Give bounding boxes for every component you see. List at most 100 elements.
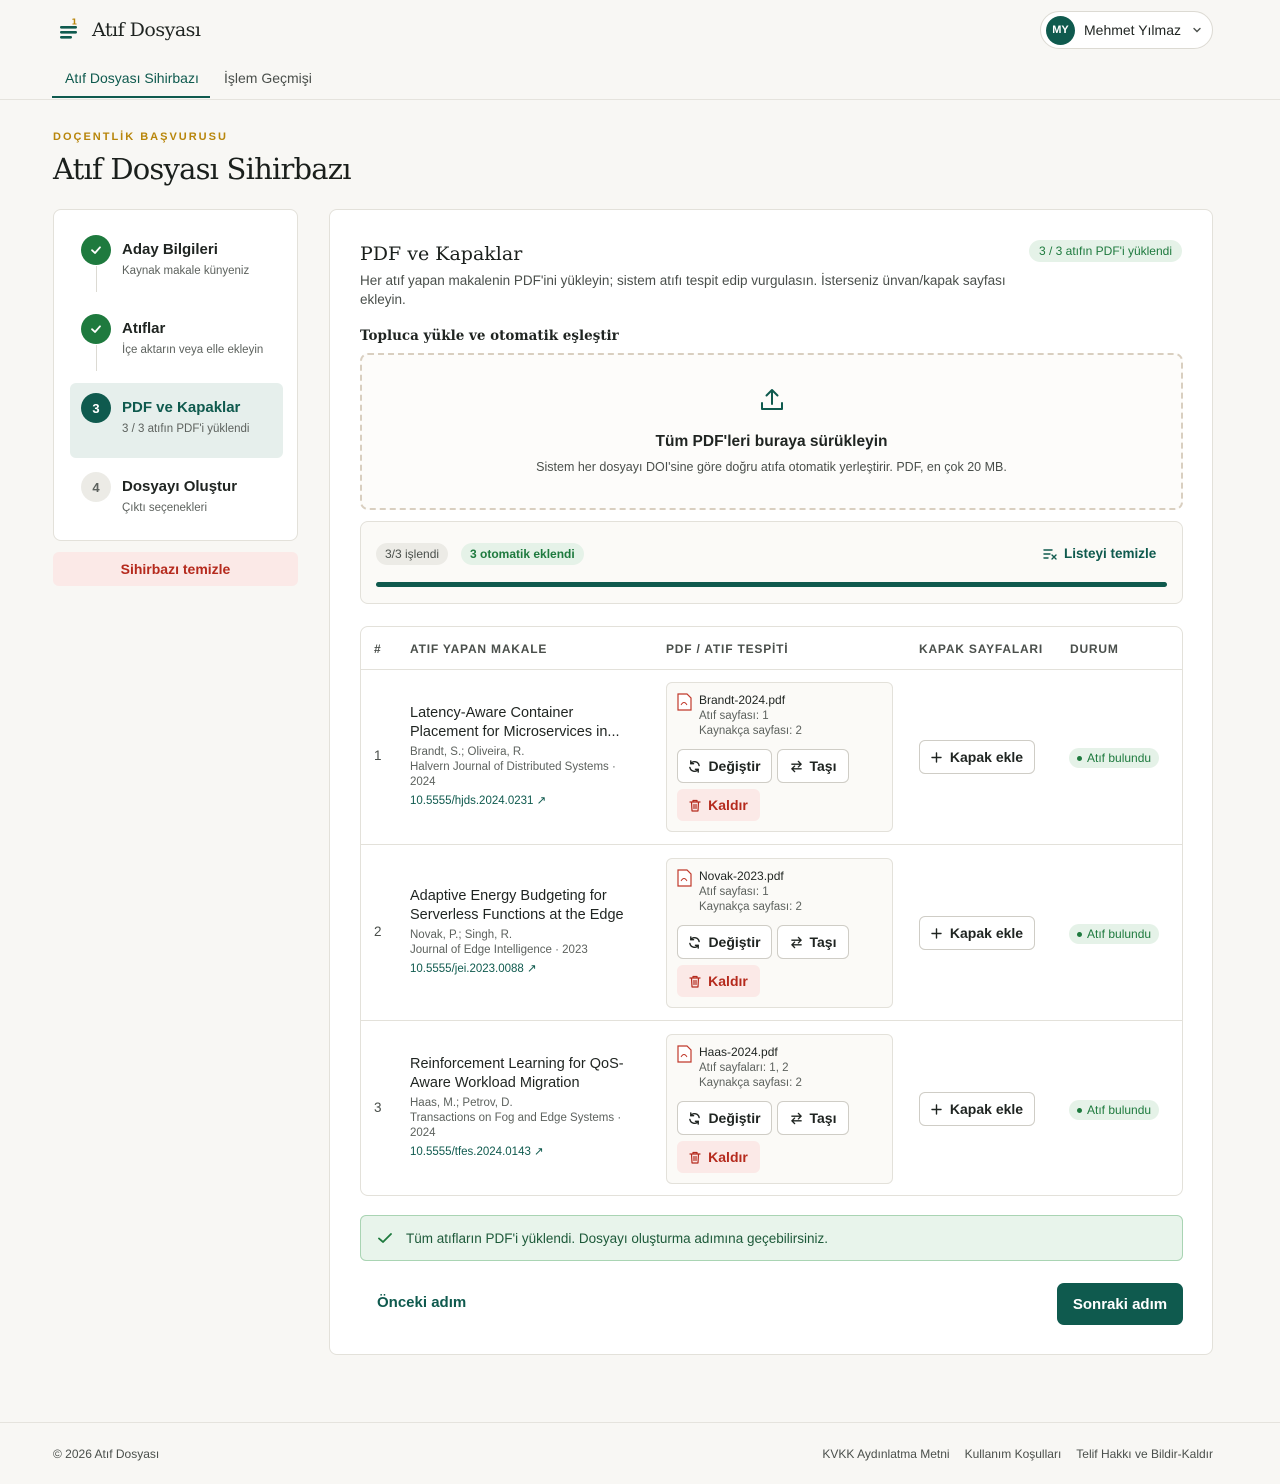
active-tab-indicator	[52, 96, 210, 98]
alert-text: Tüm atıfların PDF'i yüklendi. Dosyayı ol…	[406, 1230, 828, 1246]
table-row: 1 Latency-Aware Container Placement for …	[361, 670, 1182, 845]
replace-pdf-button[interactable]: Değiştir	[677, 1101, 772, 1135]
table-row: 3 Reinforcement Learning for QoS-Aware W…	[361, 1022, 1182, 1195]
status-label: Atıf bulundu	[1087, 1103, 1152, 1117]
reference-pages: Kaynakça sayfası: 2	[699, 901, 802, 913]
user-menu[interactable]: MY Mehmet Yılmaz	[1040, 11, 1213, 49]
pdf-detection-box: Haas-2024.pdf Atıf sayfaları: 1, 2 Kayna…	[666, 1034, 893, 1184]
remove-pdf-button[interactable]: Kaldır	[677, 789, 760, 821]
avatar: MY	[1046, 15, 1075, 45]
move-pdf-button[interactable]: Taşı	[777, 925, 849, 959]
progress-bar	[376, 582, 1167, 587]
plus-icon	[931, 751, 942, 763]
add-cover-button[interactable]: Kapak ekle	[919, 1092, 1035, 1126]
clear-list-button[interactable]: Listeyi temizle	[1043, 546, 1156, 561]
previous-step-button[interactable]: Önceki adım	[377, 1294, 466, 1311]
footer-link-terms[interactable]: Kullanım Koşulları	[965, 1447, 1062, 1461]
citation-pages: Atıf sayfaları: 1, 2	[699, 1062, 789, 1074]
add-cover-label: Kapak ekle	[949, 1101, 1024, 1117]
article-journal: Halvern Journal of Distributed Systems ·…	[410, 761, 616, 788]
chevron-down-icon	[1193, 27, 1201, 33]
check-icon	[378, 1233, 392, 1243]
add-cover-label: Kapak ekle	[949, 925, 1024, 941]
row-number: 1	[374, 748, 382, 763]
status-badge: Atıf bulundu	[1069, 748, 1160, 768]
citing-article: Adaptive Energy Budgeting for Serverless…	[410, 887, 640, 975]
replace-label: Değiştir	[708, 934, 761, 950]
step-dosyayi-olustur[interactable]: 4 Dosyayı Oluştur Çıktı seçenekleri	[70, 462, 283, 537]
tab-history[interactable]: İşlem Geçmişi	[224, 70, 312, 86]
logo-icon: 1	[60, 18, 78, 39]
status-dot-icon	[1077, 755, 1082, 761]
step-title: PDF ve Kapaklar	[122, 399, 241, 416]
user-name: Mehmet Yılmaz	[1084, 22, 1181, 38]
pdf-file-icon	[677, 1045, 692, 1063]
article-doi-link[interactable]: 10.5555/tfes.2024.0143 ↗	[410, 1144, 640, 1158]
footer-links: KVKK Aydınlatma Metni Kullanım Koşulları…	[822, 1447, 1213, 1461]
pdf-dropzone[interactable]: Tüm PDF'leri buraya sürükleyin Sistem he…	[360, 353, 1183, 510]
tab-wizard[interactable]: Atıf Dosyası Sihirbazı	[65, 70, 199, 86]
footer-link-copyright[interactable]: Telif Hakkı ve Bildir-Kaldır	[1076, 1447, 1213, 1461]
app-logo[interactable]: 1 Atıf Dosyası	[58, 18, 201, 42]
footer-link-kvkk[interactable]: KVKK Aydınlatma Metni	[822, 1447, 949, 1461]
replace-pdf-button[interactable]: Değiştir	[677, 749, 772, 783]
section-description: Her atıf yapan makalenin PDF'ini yükleyi…	[360, 273, 1006, 307]
auto-added-badge: 3 otomatik eklendi	[461, 543, 584, 565]
remove-label: Kaldır	[708, 973, 748, 989]
article-title: Reinforcement Learning for QoS-Aware Wor…	[410, 1056, 624, 1091]
article-doi-link[interactable]: 10.5555/jei.2023.0088 ↗	[410, 961, 640, 975]
progress-bar-fill	[376, 582, 1167, 587]
pdf-filename: Novak-2023.pdf	[699, 869, 784, 883]
pdf-filename: Brandt-2024.pdf	[699, 693, 786, 707]
processed-count-badge: 3/3 işlendi	[376, 543, 449, 565]
add-cover-label: Kapak ekle	[949, 749, 1024, 765]
trash-icon	[689, 975, 701, 988]
article-title: Latency-Aware Container Placement for Mi…	[410, 705, 620, 740]
plus-icon	[931, 927, 942, 939]
refresh-icon	[689, 1111, 701, 1125]
article-authors: Brandt, S.; Oliveira, R.	[410, 746, 525, 758]
trash-icon	[689, 1151, 701, 1164]
remove-pdf-button[interactable]: Kaldır	[677, 965, 760, 997]
success-alert: Tüm atıfların PDF'i yüklendi. Dosyayı ol…	[360, 1215, 1183, 1261]
reference-pages: Kaynakça sayfası: 2	[699, 725, 802, 737]
move-pdf-button[interactable]: Taşı	[777, 749, 849, 783]
article-journal: Transactions on Fog and Edge Systems · 2…	[410, 1112, 622, 1139]
article-authors: Novak, P.; Singh, R.	[410, 929, 513, 941]
reset-wizard-button[interactable]: Sihirbazı temizle	[53, 552, 298, 586]
replace-pdf-button[interactable]: Değiştir	[677, 925, 772, 959]
clear-list-icon	[1043, 548, 1057, 560]
article-doi-link[interactable]: 10.5555/hjds.2024.0231 ↗	[410, 793, 640, 807]
dropzone-title: Tüm PDF'leri buraya sürükleyin	[655, 433, 888, 450]
col-cover: KAPAK SAYFALARI	[919, 642, 1044, 656]
svg-text:1: 1	[72, 18, 78, 27]
app-name: Atıf Dosyası	[92, 19, 201, 41]
article-journal: Journal of Edge Intelligence · 2023	[410, 944, 588, 956]
plus-icon	[931, 1103, 942, 1115]
processing-progress: 3/3 işlendi 3 otomatik eklendi Listeyi t…	[360, 521, 1183, 604]
remove-label: Kaldır	[708, 797, 748, 813]
status-badge: Atıf bulundu	[1069, 924, 1160, 944]
remove-pdf-button[interactable]: Kaldır	[677, 1141, 760, 1173]
bulk-upload-title: Topluca yükle ve otomatik eşleştir	[360, 328, 619, 344]
step-atiflar[interactable]: Atıflar İçe aktarın veya elle ekleyin	[70, 304, 283, 379]
pdf-detection-box: Novak-2023.pdf Atıf sayfası: 1 Kaynakça …	[666, 858, 893, 1008]
step-aday-bilgileri[interactable]: Aday Bilgileri Kaynak makale künyeniz	[70, 225, 283, 300]
row-number: 3	[374, 1100, 382, 1115]
reference-pages: Kaynakça sayfası: 2	[699, 1077, 802, 1089]
trash-icon	[689, 799, 701, 812]
table-header: # ATIF YAPAN MAKALE PDF / ATIF TESPİTİ K…	[361, 627, 1182, 670]
step-pdf-kapaklar[interactable]: 3 PDF ve Kapaklar 3 / 3 atıfın PDF'i yük…	[70, 383, 283, 458]
add-cover-button[interactable]: Kapak ekle	[919, 916, 1035, 950]
refresh-icon	[689, 935, 701, 949]
check-icon	[81, 235, 111, 265]
status-badge: Atıf bulundu	[1069, 1100, 1160, 1120]
step-subtitle: İçe aktarın veya elle ekleyin	[122, 344, 264, 356]
pdf-filename: Haas-2024.pdf	[699, 1045, 778, 1059]
move-pdf-button[interactable]: Taşı	[777, 1101, 849, 1135]
move-label: Taşı	[809, 1110, 837, 1126]
dropzone-subtitle: Sistem her dosyayı DOI'sine göre doğru a…	[536, 460, 1007, 474]
add-cover-button[interactable]: Kapak ekle	[919, 740, 1035, 774]
next-step-button[interactable]: Sonraki adım	[1057, 1283, 1183, 1325]
col-status: DURUM	[1070, 642, 1119, 656]
